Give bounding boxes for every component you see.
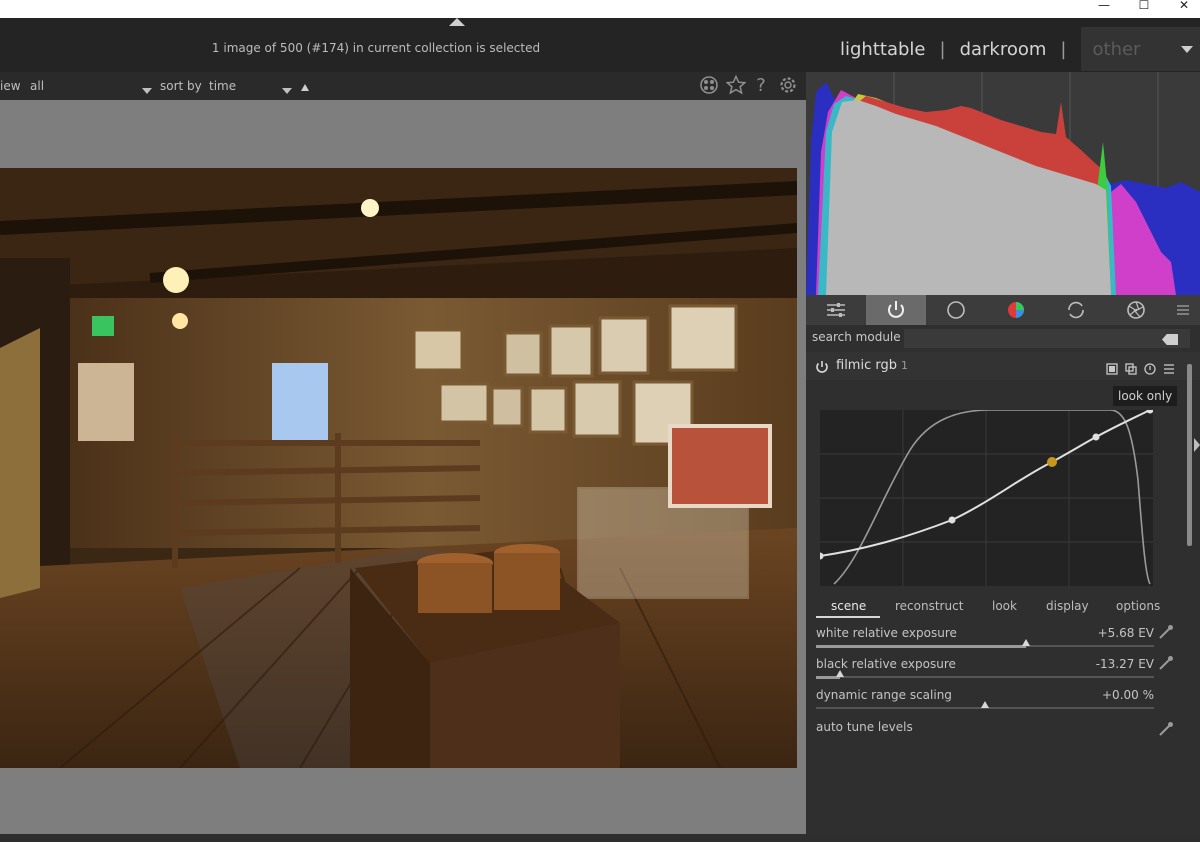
- slider-handle[interactable]: [1022, 639, 1030, 646]
- minimize-button[interactable]: —: [1084, 0, 1124, 14]
- photo-preview[interactable]: [0, 168, 797, 768]
- view-filter-label: iew: [0, 79, 21, 93]
- view-lighttable[interactable]: lighttable: [840, 39, 925, 60]
- module-name: filmic rgb: [836, 358, 897, 373]
- active-tab-indicator: [816, 616, 880, 618]
- module-search: search module: [806, 327, 1200, 349]
- reset-icon[interactable]: [1144, 360, 1156, 375]
- multi-instance-icon[interactable]: [1125, 360, 1137, 375]
- tab-correct-modules[interactable]: [1046, 295, 1106, 325]
- view-other-dropdown[interactable]: other: [1080, 27, 1200, 71]
- maximize-button[interactable]: ☐: [1124, 0, 1164, 14]
- collapse-top-panel-arrow[interactable]: [449, 18, 465, 26]
- window-titlebar: — ☐ ✕: [0, 0, 1200, 18]
- tab-options[interactable]: options: [1116, 599, 1160, 613]
- search-module-input[interactable]: [904, 329, 1190, 348]
- slider-label: white relative exposure: [816, 626, 957, 640]
- tab-effect-modules[interactable]: [1106, 295, 1166, 325]
- view-switcher: lighttable | darkroom | other: [840, 27, 1200, 71]
- clear-search-icon[interactable]: [1162, 334, 1178, 345]
- filter-bar: iew all sort by time ?: [0, 72, 806, 100]
- sort-label: sort by: [160, 79, 202, 93]
- search-module-label: search module: [812, 330, 901, 344]
- tab-scene[interactable]: scene: [831, 599, 866, 613]
- chevron-down-icon[interactable]: [282, 83, 292, 97]
- slider-track: [816, 676, 1154, 678]
- tab-base-modules[interactable]: [926, 295, 986, 325]
- slider-fill: [816, 645, 1026, 648]
- selection-status: 1 image of 500 (#174) in current collect…: [211, 41, 541, 55]
- color-picker-icon[interactable]: [1158, 624, 1174, 640]
- center-view: [0, 100, 806, 834]
- histogram[interactable]: [806, 72, 1200, 295]
- auto-tune-levels-label: auto tune levels: [816, 720, 913, 734]
- tab-look[interactable]: look: [992, 599, 1017, 613]
- star-icon[interactable]: [725, 74, 747, 97]
- filmic-tabs: scene reconstruct look display options: [816, 596, 1162, 618]
- sort-value[interactable]: time: [209, 79, 236, 93]
- bottom-panel: [0, 834, 1200, 842]
- panel-scrollbar[interactable]: [1187, 364, 1192, 546]
- module-instance: 1: [900, 359, 908, 372]
- slider-value: +0.00 %: [1102, 688, 1154, 702]
- right-panel: search module filmic rgb 1 look only sce…: [806, 72, 1200, 842]
- module-group-tabs: [806, 295, 1200, 325]
- view-filter-value[interactable]: all: [30, 79, 44, 93]
- grouping-icon[interactable]: [698, 75, 720, 97]
- tab-active-modules[interactable]: [866, 295, 926, 325]
- top-header: 1 image of 500 (#174) in current collect…: [0, 18, 1200, 72]
- mask-icon[interactable]: [1106, 360, 1118, 375]
- view-darkroom[interactable]: darkroom: [960, 39, 1047, 60]
- expand-right-panel-arrow[interactable]: [1194, 438, 1200, 452]
- presets-icon[interactable]: [1163, 360, 1175, 374]
- slider-label: black relative exposure: [816, 657, 956, 671]
- tab-color-modules[interactable]: [986, 295, 1046, 325]
- tab-display[interactable]: display: [1046, 599, 1089, 613]
- slider-label: dynamic range scaling: [816, 688, 952, 702]
- chevron-down-icon: [1180, 46, 1193, 53]
- filmic-curve-graph[interactable]: [816, 406, 1154, 586]
- help-icon[interactable]: ?: [750, 75, 772, 97]
- white-relative-exposure-slider[interactable]: white relative exposure +5.68 EV: [816, 626, 1156, 652]
- color-picker-icon[interactable]: [1158, 655, 1174, 671]
- look-only-label[interactable]: look only: [1113, 386, 1178, 406]
- view-separator: |: [1060, 38, 1067, 60]
- slider-value: -13.27 EV: [1095, 657, 1154, 671]
- chevron-down-icon[interactable]: [142, 83, 152, 97]
- black-relative-exposure-slider[interactable]: black relative exposure -13.27 EV: [816, 657, 1156, 683]
- tab-reconstruct[interactable]: reconstruct: [895, 599, 963, 613]
- power-icon[interactable]: [815, 359, 828, 373]
- slider-handle[interactable]: [836, 670, 844, 677]
- gear-icon[interactable]: [777, 75, 799, 97]
- hamburger-menu-icon[interactable]: [1166, 295, 1200, 325]
- color-picker-icon[interactable]: [1158, 721, 1174, 737]
- sort-order-icon[interactable]: [301, 80, 309, 94]
- tab-quick-access[interactable]: [806, 295, 866, 325]
- slider-value: +5.68 EV: [1097, 626, 1154, 640]
- module-title: filmic rgb 1: [836, 358, 908, 373]
- view-separator: |: [939, 38, 946, 60]
- module-header[interactable]: filmic rgb 1: [806, 352, 1200, 380]
- close-button[interactable]: ✕: [1164, 0, 1200, 14]
- dynamic-range-scaling-slider[interactable]: dynamic range scaling +0.00 %: [816, 688, 1156, 714]
- view-other-label: other: [1092, 38, 1141, 60]
- slider-handle[interactable]: [981, 701, 989, 708]
